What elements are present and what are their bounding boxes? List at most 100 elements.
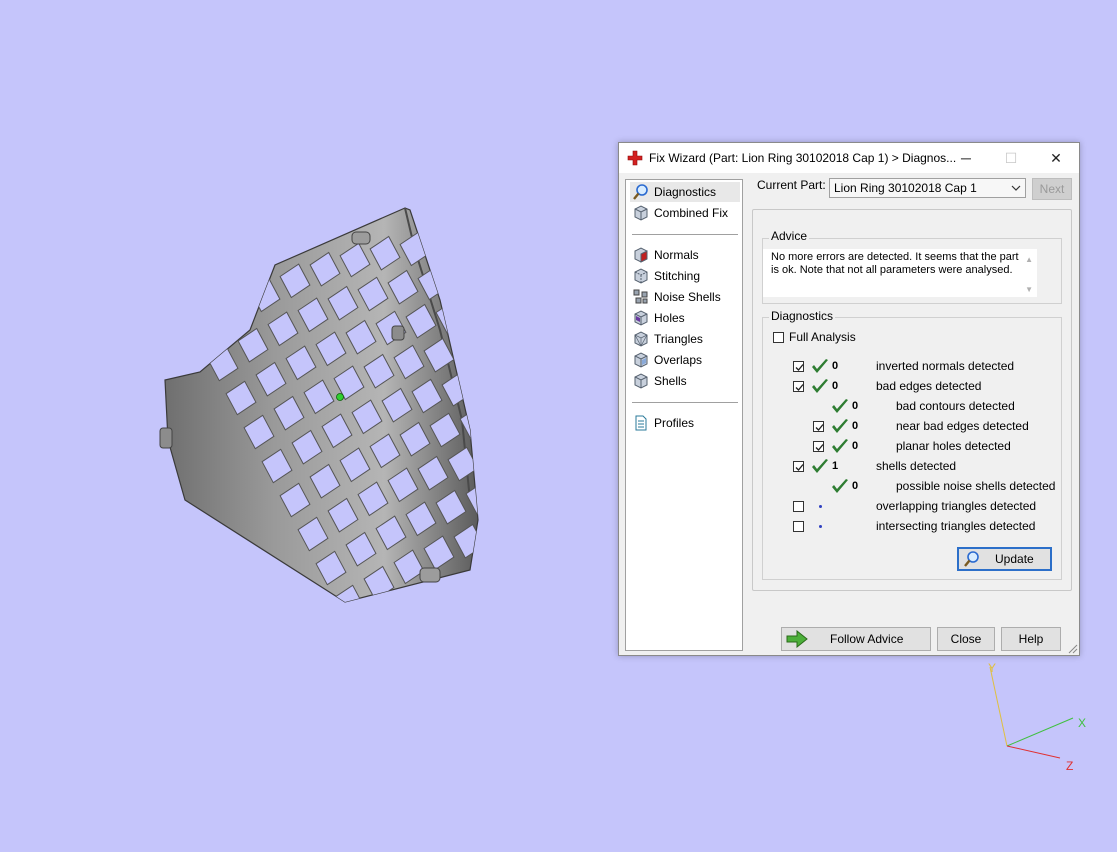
lattice-window <box>189 312 221 348</box>
sidebar-item-profiles[interactable]: Profiles <box>630 413 740 433</box>
lattice-window <box>496 299 526 332</box>
green-arrow-icon <box>786 630 808 648</box>
sidebar-item-label: Overlaps <box>654 353 703 367</box>
follow-advice-button[interactable]: Follow Advice <box>781 627 931 651</box>
dialog-title: Fix Wizard (Part: Lion Ring 30102018 Cap… <box>649 151 957 165</box>
axis-y-label: Y <box>988 661 996 675</box>
lattice-window <box>484 332 514 365</box>
lattice-window <box>477 439 478 475</box>
sidebar-divider <box>632 402 738 403</box>
sidebar-item-label: Holes <box>654 311 685 325</box>
close-window-button[interactable]: ✕ <box>1033 143 1079 173</box>
advice-title: Advice <box>769 229 810 243</box>
current-part-label: Current Part: <box>757 178 826 192</box>
close-button[interactable]: Close <box>937 627 995 651</box>
wizard-sidebar: Diagnostics Combined Fix Normals Stitchi… <box>625 179 743 651</box>
sidebar-item-label: Triangles <box>654 332 703 346</box>
lattice-window <box>526 470 556 503</box>
diagnostic-label: planar holes detected <box>896 439 1011 453</box>
shells-cube-icon <box>634 373 648 389</box>
red-cross-icon <box>627 150 643 166</box>
title-bar[interactable]: Fix Wizard (Part: Lion Ring 30102018 Cap… <box>619 143 1079 173</box>
diagnostic-label: overlapping triangles detected <box>876 499 1037 513</box>
green-check-icon <box>832 479 848 493</box>
diagnostic-label: intersecting triangles detected <box>876 519 1036 533</box>
diagnostic-checkbox[interactable] <box>793 361 804 372</box>
sidebar-item-label: Profiles <box>654 416 695 430</box>
lattice-window <box>586 469 616 502</box>
axis-z-label: Z <box>1066 759 1073 773</box>
fix-wizard-dialog: Fix Wizard (Part: Lion Ring 30102018 Cap… <box>618 142 1080 656</box>
axis-x-label: X <box>1078 716 1086 730</box>
diagnostic-checkbox[interactable] <box>813 421 824 432</box>
diagnostic-checkbox[interactable] <box>813 441 824 452</box>
lattice-window <box>471 367 478 403</box>
diagnostic-label: bad edges detected <box>876 379 982 393</box>
lattice-window <box>459 229 478 265</box>
ring-model[interactable] <box>159 207 634 619</box>
magnifier-icon <box>964 551 979 567</box>
diagnostic-count: 0 <box>832 380 839 392</box>
lattice-window <box>532 367 562 400</box>
diagnostic-checkbox[interactable] <box>793 501 804 512</box>
diagnostics-title: Diagnostics <box>769 309 836 323</box>
green-check-icon <box>832 399 848 413</box>
sidebar-item-holes[interactable]: Holes <box>630 308 740 328</box>
full-analysis-checkbox[interactable] <box>773 332 784 343</box>
sidebar-item-triangles[interactable]: Triangles <box>630 329 740 349</box>
current-part-select[interactable]: Lion Ring 30102018 Cap 1 <box>829 178 1026 198</box>
magnifier-icon <box>633 184 648 200</box>
scroll-up-icon[interactable]: ▲ <box>1025 253 1033 266</box>
diagnostic-checkbox[interactable] <box>793 521 804 532</box>
current-part-value: Lion Ring 30102018 Cap 1 <box>834 181 977 195</box>
lattice-window <box>447 263 478 299</box>
sidebar-item-overlaps[interactable]: Overlaps <box>630 350 740 370</box>
diagnostic-count: 1 <box>832 460 839 472</box>
sidebar-item-label: Diagnostics <box>654 185 717 199</box>
help-button[interactable]: Help <box>1001 627 1061 651</box>
lattice-window <box>520 400 550 433</box>
diagnostic-count: 0 <box>832 360 839 372</box>
diagnostic-count: 0 <box>852 440 859 452</box>
cube-icon <box>634 205 648 221</box>
diagnostic-checkbox[interactable] <box>793 461 804 472</box>
diagnostic-checkbox[interactable] <box>793 381 804 392</box>
advice-text: No more errors are detected. It seems th… <box>771 251 1019 276</box>
resize-grip-icon[interactable] <box>1068 644 1078 654</box>
lattice-window <box>490 402 520 435</box>
sidebar-item-noise-shells[interactable]: Noise Shells <box>630 287 740 307</box>
sidebar-item-diagnostics[interactable]: Diagnostics <box>630 182 740 202</box>
diagnostic-label: possible noise shells detected <box>896 479 1056 493</box>
lattice-window <box>502 366 532 399</box>
sidebar-item-normals[interactable]: Normals <box>630 245 740 265</box>
lattice-window <box>568 435 598 468</box>
lattice-window <box>550 401 580 434</box>
sidebar-item-label: Normals <box>654 248 699 262</box>
lattice-window <box>514 509 544 542</box>
next-button[interactable]: Next <box>1032 178 1072 200</box>
overlaps-cube-icon <box>634 352 648 368</box>
update-button[interactable]: Update <box>957 547 1052 571</box>
diagnostic-count: 0 <box>852 480 859 492</box>
sidebar-divider <box>632 234 738 235</box>
green-check-icon <box>832 419 848 433</box>
lattice-window <box>484 515 514 548</box>
sidebar-item-shells[interactable]: Shells <box>630 371 740 391</box>
document-icon <box>635 415 647 431</box>
axis-triad: Y X Z <box>988 661 1086 773</box>
lattice-window <box>465 297 478 333</box>
diagnostic-label: shells detected <box>876 459 957 473</box>
diagnostic-label: bad contours detected <box>896 399 1015 413</box>
scroll-down-icon[interactable]: ▼ <box>1025 283 1033 296</box>
lattice-window <box>219 293 251 329</box>
normals-cube-icon <box>634 247 648 263</box>
maximize-button[interactable]: ☐ <box>988 143 1034 173</box>
advice-text-box[interactable]: No more errors are detected. It seems th… <box>763 249 1037 297</box>
minimize-button[interactable]: ─ <box>943 143 989 173</box>
green-check-icon <box>832 439 848 453</box>
lattice-window <box>508 436 538 469</box>
sidebar-item-stitching[interactable]: Stitching <box>630 266 740 286</box>
lattice-window <box>514 333 544 366</box>
lattice-window <box>453 333 478 369</box>
sidebar-item-combined-fix[interactable]: Combined Fix <box>630 203 740 223</box>
